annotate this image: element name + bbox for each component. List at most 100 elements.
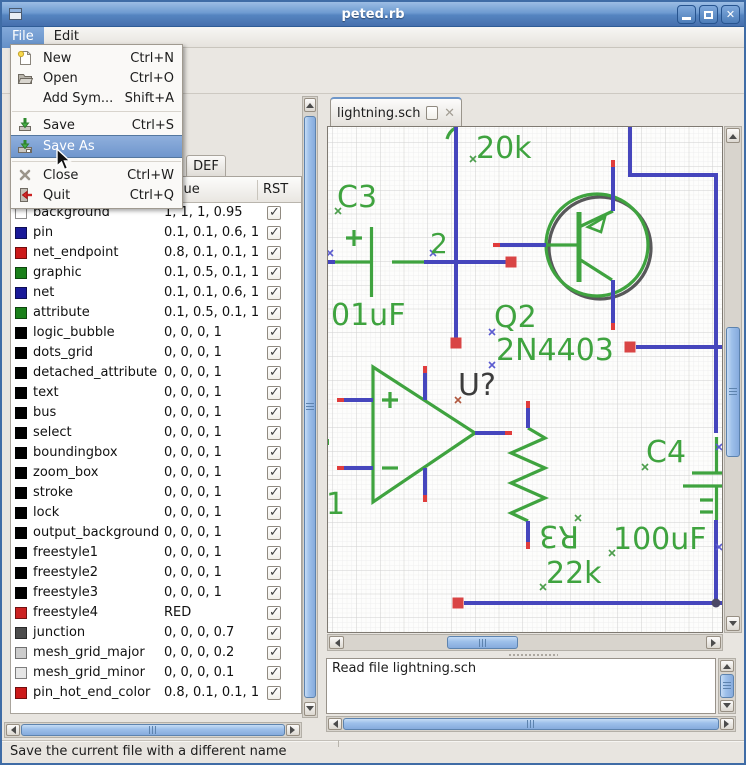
rst-checkbox[interactable]: [267, 326, 281, 340]
menu-item-save[interactable]: SaveCtrl+S: [11, 115, 182, 135]
tab-checkbox[interactable]: [426, 106, 438, 120]
rst-checkbox[interactable]: [267, 546, 281, 560]
rst-checkbox[interactable]: [267, 526, 281, 540]
scrollbar-thumb[interactable]: [21, 724, 285, 736]
maximize-button[interactable]: [699, 5, 718, 24]
table-row[interactable]: detached_attribute0, 0, 0, 1: [11, 363, 301, 383]
scroll-left-button[interactable]: [328, 718, 342, 730]
log-vertical-scrollbar[interactable]: [718, 658, 736, 714]
menu-item-save-as[interactable]: Save As: [11, 135, 182, 158]
log-output[interactable]: Read file lightning.sch: [326, 658, 716, 714]
menu-item-close[interactable]: CloseCtrl+W: [11, 165, 182, 185]
rst-checkbox[interactable]: [267, 466, 281, 480]
menu-item-open[interactable]: OpenCtrl+O: [11, 68, 182, 88]
scrollbar-thumb[interactable]: [343, 718, 719, 730]
rst-checkbox[interactable]: [267, 206, 281, 220]
rst-checkbox[interactable]: [267, 266, 281, 280]
rst-checkbox[interactable]: [267, 666, 281, 680]
table-row[interactable]: net0.1, 0.1, 0.6, 1: [11, 283, 301, 303]
rst-checkbox[interactable]: [267, 586, 281, 600]
scroll-right-button[interactable]: [286, 724, 300, 736]
table-row[interactable]: pin_hot_end_color0.8, 0.1, 0.1, 1: [11, 683, 301, 703]
rst-checkbox[interactable]: [267, 446, 281, 460]
table-row[interactable]: stroke0, 0, 0, 1: [11, 483, 301, 503]
close-button[interactable]: ✕: [721, 5, 740, 24]
rst-checkbox[interactable]: [267, 386, 281, 400]
table-row[interactable]: pin0.1, 0.1, 0.6, 1: [11, 223, 301, 243]
table-row[interactable]: boundingbox0, 0, 0, 1: [11, 443, 301, 463]
row-name: dots_grid: [33, 345, 93, 360]
table-row[interactable]: mesh_grid_major0, 0, 0, 0.2: [11, 643, 301, 663]
left-horizontal-scrollbar[interactable]: [4, 722, 302, 738]
rst-checkbox[interactable]: [267, 626, 281, 640]
rst-checkbox[interactable]: [267, 566, 281, 580]
rst-checkbox[interactable]: [267, 226, 281, 240]
rst-checkbox[interactable]: [267, 286, 281, 300]
table-row[interactable]: logic_bubble0, 0, 0, 1: [11, 323, 301, 343]
menu-item-add-sym[interactable]: Add Sym...Shift+A: [11, 88, 182, 108]
rst-checkbox[interactable]: [267, 486, 281, 500]
rst-checkbox[interactable]: [267, 246, 281, 260]
tab-close-icon[interactable]: ✕: [444, 106, 455, 121]
table-row[interactable]: mesh_grid_minor0, 0, 0, 0.1: [11, 663, 301, 683]
table-row[interactable]: dots_grid0, 0, 0, 1: [11, 343, 301, 363]
table-row[interactable]: junction0, 0, 0, 0.7: [11, 623, 301, 643]
rst-checkbox[interactable]: [267, 306, 281, 320]
table-row[interactable]: freestyle10, 0, 0, 1: [11, 543, 301, 563]
scroll-up-button[interactable]: [726, 128, 740, 143]
menu-item-label: Close: [43, 168, 78, 183]
schematic-label: 2: [430, 227, 448, 260]
titlebar[interactable]: peted.rb ✕: [2, 2, 744, 27]
canvas-vertical-scrollbar[interactable]: [724, 126, 742, 633]
table-row[interactable]: text0, 0, 0, 1: [11, 383, 301, 403]
scroll-down-button[interactable]: [720, 700, 734, 712]
table-row[interactable]: attribute0.1, 0.5, 0.1, 1: [11, 303, 301, 323]
table-row[interactable]: bus0, 0, 0, 1: [11, 403, 301, 423]
tab-def[interactable]: DEF: [186, 155, 226, 177]
rst-checkbox[interactable]: [267, 426, 281, 440]
minimize-button[interactable]: [677, 5, 696, 24]
statusbar-divider: [338, 740, 339, 747]
table-row[interactable]: freestyle4RED: [11, 603, 301, 623]
table-row[interactable]: lock0, 0, 0, 1: [11, 503, 301, 523]
table-row[interactable]: graphic0.1, 0.5, 0.1, 1: [11, 263, 301, 283]
scroll-right-button[interactable]: [720, 718, 734, 730]
scroll-right-button[interactable]: [706, 636, 721, 649]
log-horizontal-scrollbar[interactable]: [326, 716, 736, 732]
scrollbar-thumb[interactable]: [726, 327, 740, 457]
row-name: mesh_grid_minor: [33, 665, 145, 680]
table-row[interactable]: freestyle30, 0, 0, 1: [11, 583, 301, 603]
table-row[interactable]: output_background0, 0, 0, 1: [11, 523, 301, 543]
table-row[interactable]: select0, 0, 0, 1: [11, 423, 301, 443]
scroll-left-button[interactable]: [6, 724, 20, 736]
rst-checkbox[interactable]: [267, 346, 281, 360]
rst-checkbox[interactable]: [267, 366, 281, 380]
schematic-label: 1: [328, 487, 345, 522]
rst-checkbox[interactable]: [267, 406, 281, 420]
rst-checkbox[interactable]: [267, 646, 281, 660]
rst-checkbox[interactable]: [267, 606, 281, 620]
left-vertical-scrollbar[interactable]: [302, 96, 318, 718]
scroll-down-button[interactable]: [304, 702, 316, 716]
table-row[interactable]: freestyle20, 0, 0, 1: [11, 563, 301, 583]
row-value: 0, 0, 0, 1: [164, 465, 222, 480]
color-swatch: [15, 407, 27, 419]
row-value: 0, 0, 0, 1: [164, 545, 222, 560]
menu-item-new[interactable]: NewCtrl+N: [11, 48, 182, 68]
scroll-up-button[interactable]: [720, 660, 734, 672]
tab-lightning-sch[interactable]: lightning.sch ✕: [330, 97, 462, 127]
scrollbar-thumb[interactable]: [304, 116, 316, 698]
menu-item-quit[interactable]: QuitCtrl+Q: [11, 185, 182, 205]
scrollbar-thumb[interactable]: [720, 674, 734, 698]
table-row[interactable]: net_endpoint0.8, 0.1, 0.1, 1: [11, 243, 301, 263]
rst-checkbox[interactable]: [267, 686, 281, 700]
rst-checkbox[interactable]: [267, 506, 281, 520]
scroll-down-button[interactable]: [726, 616, 740, 631]
scroll-up-button[interactable]: [304, 98, 316, 112]
scrollbar-thumb[interactable]: [447, 636, 518, 649]
schematic-canvas[interactable]: 20kC3201uFQ22N4403U?1R322kC4100uF: [327, 126, 723, 633]
canvas-horizontal-scrollbar[interactable]: [327, 634, 723, 651]
color-swatch: [15, 687, 27, 699]
scroll-left-button[interactable]: [329, 636, 344, 649]
table-row[interactable]: zoom_box0, 0, 0, 1: [11, 463, 301, 483]
